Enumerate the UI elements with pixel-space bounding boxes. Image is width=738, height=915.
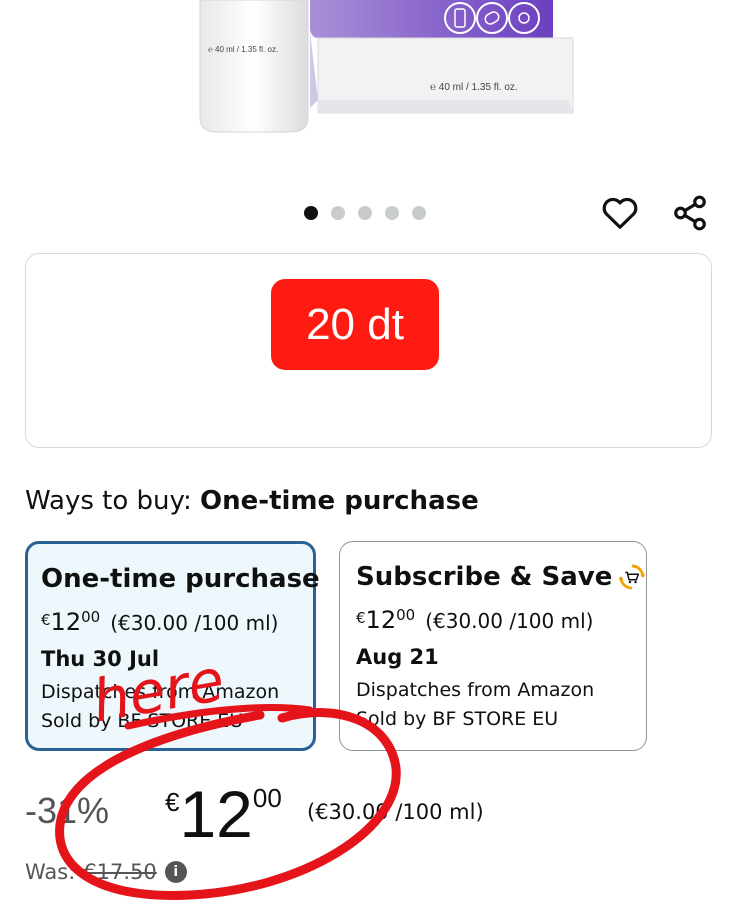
option-title: Subscribe & Save: [356, 558, 646, 596]
one-time-purchase-option[interactable]: One-time purchase €1200 (€30.00 /100 ml) …: [25, 541, 320, 751]
heart-icon[interactable]: [600, 193, 640, 233]
unit-price: (€30.00 /100 ml): [110, 611, 279, 635]
ways-to-buy: Ways to buy: One-time purchase: [25, 486, 479, 516]
was-label: Was:: [25, 860, 76, 884]
delivery-date: Aug 21: [356, 645, 439, 669]
price-symbol: €: [356, 609, 366, 627]
ways-to-buy-selected: One-time purchase: [200, 486, 479, 516]
subscribe-save-option[interactable]: Subscribe & Save €1200 (€30.00 /100 ml) A…: [339, 541, 647, 751]
option-price: €1200 (€30.00 /100 ml): [356, 600, 646, 636]
was-price-value: €17.50: [83, 860, 157, 884]
discount-percentage: -31%: [25, 790, 110, 831]
image-carousel-dots[interactable]: [304, 205, 426, 221]
was-price: Was: €17.50 i: [25, 860, 187, 884]
dispatch-info: Dispatches from Amazon: [356, 679, 595, 701]
delivery-date: Thu 30 Jul: [41, 647, 160, 671]
info-icon[interactable]: i: [164, 861, 187, 883]
subscribe-cart-icon: [618, 564, 646, 590]
carousel-dot[interactable]: [385, 206, 399, 220]
ways-to-buy-prefix: Ways to buy:: [25, 486, 192, 516]
unit-price: (€30.00 /100 ml): [307, 800, 484, 824]
carousel-dot[interactable]: [331, 206, 345, 220]
main-price: €1200: [165, 776, 282, 852]
option-title-text: Subscribe & Save: [356, 562, 613, 592]
price-fraction: 00: [396, 606, 416, 624]
price-symbol: €: [165, 787, 180, 817]
price-symbol: €: [41, 611, 51, 629]
box-label: ℮ 40 ml / 1.35 fl. oz.: [430, 82, 518, 93]
option-title: One-time purchase: [41, 564, 320, 594]
carousel-dot[interactable]: [358, 206, 372, 220]
price-fraction: 00: [81, 608, 101, 626]
price-whole: 12: [50, 608, 82, 636]
option-price: €1200 (€30.00 /100 ml): [41, 602, 313, 638]
price-whole: 12: [365, 606, 397, 634]
price-sticker: 20 dt: [271, 279, 439, 370]
tube-label: ℮ 40 ml / 1.35 fl. oz.: [208, 45, 278, 54]
carousel-dot[interactable]: [412, 206, 426, 220]
unit-price: (€30.00 /100 ml): [425, 609, 594, 633]
seller-info: Sold by BF STORE EU: [356, 708, 559, 730]
share-icon[interactable]: [670, 193, 710, 233]
price-whole: 12: [179, 777, 253, 851]
dispatch-info: Dispatches from Amazon: [41, 681, 280, 703]
price-fraction: 00: [252, 783, 282, 813]
product-image[interactable]: ℮ 40 ml / 1.35 fl. oz. ℮ 40 ml / 1.35 fl…: [0, 0, 738, 180]
seller-info: Sold by BF STORE EU: [41, 710, 244, 732]
carousel-dot[interactable]: [304, 206, 318, 220]
